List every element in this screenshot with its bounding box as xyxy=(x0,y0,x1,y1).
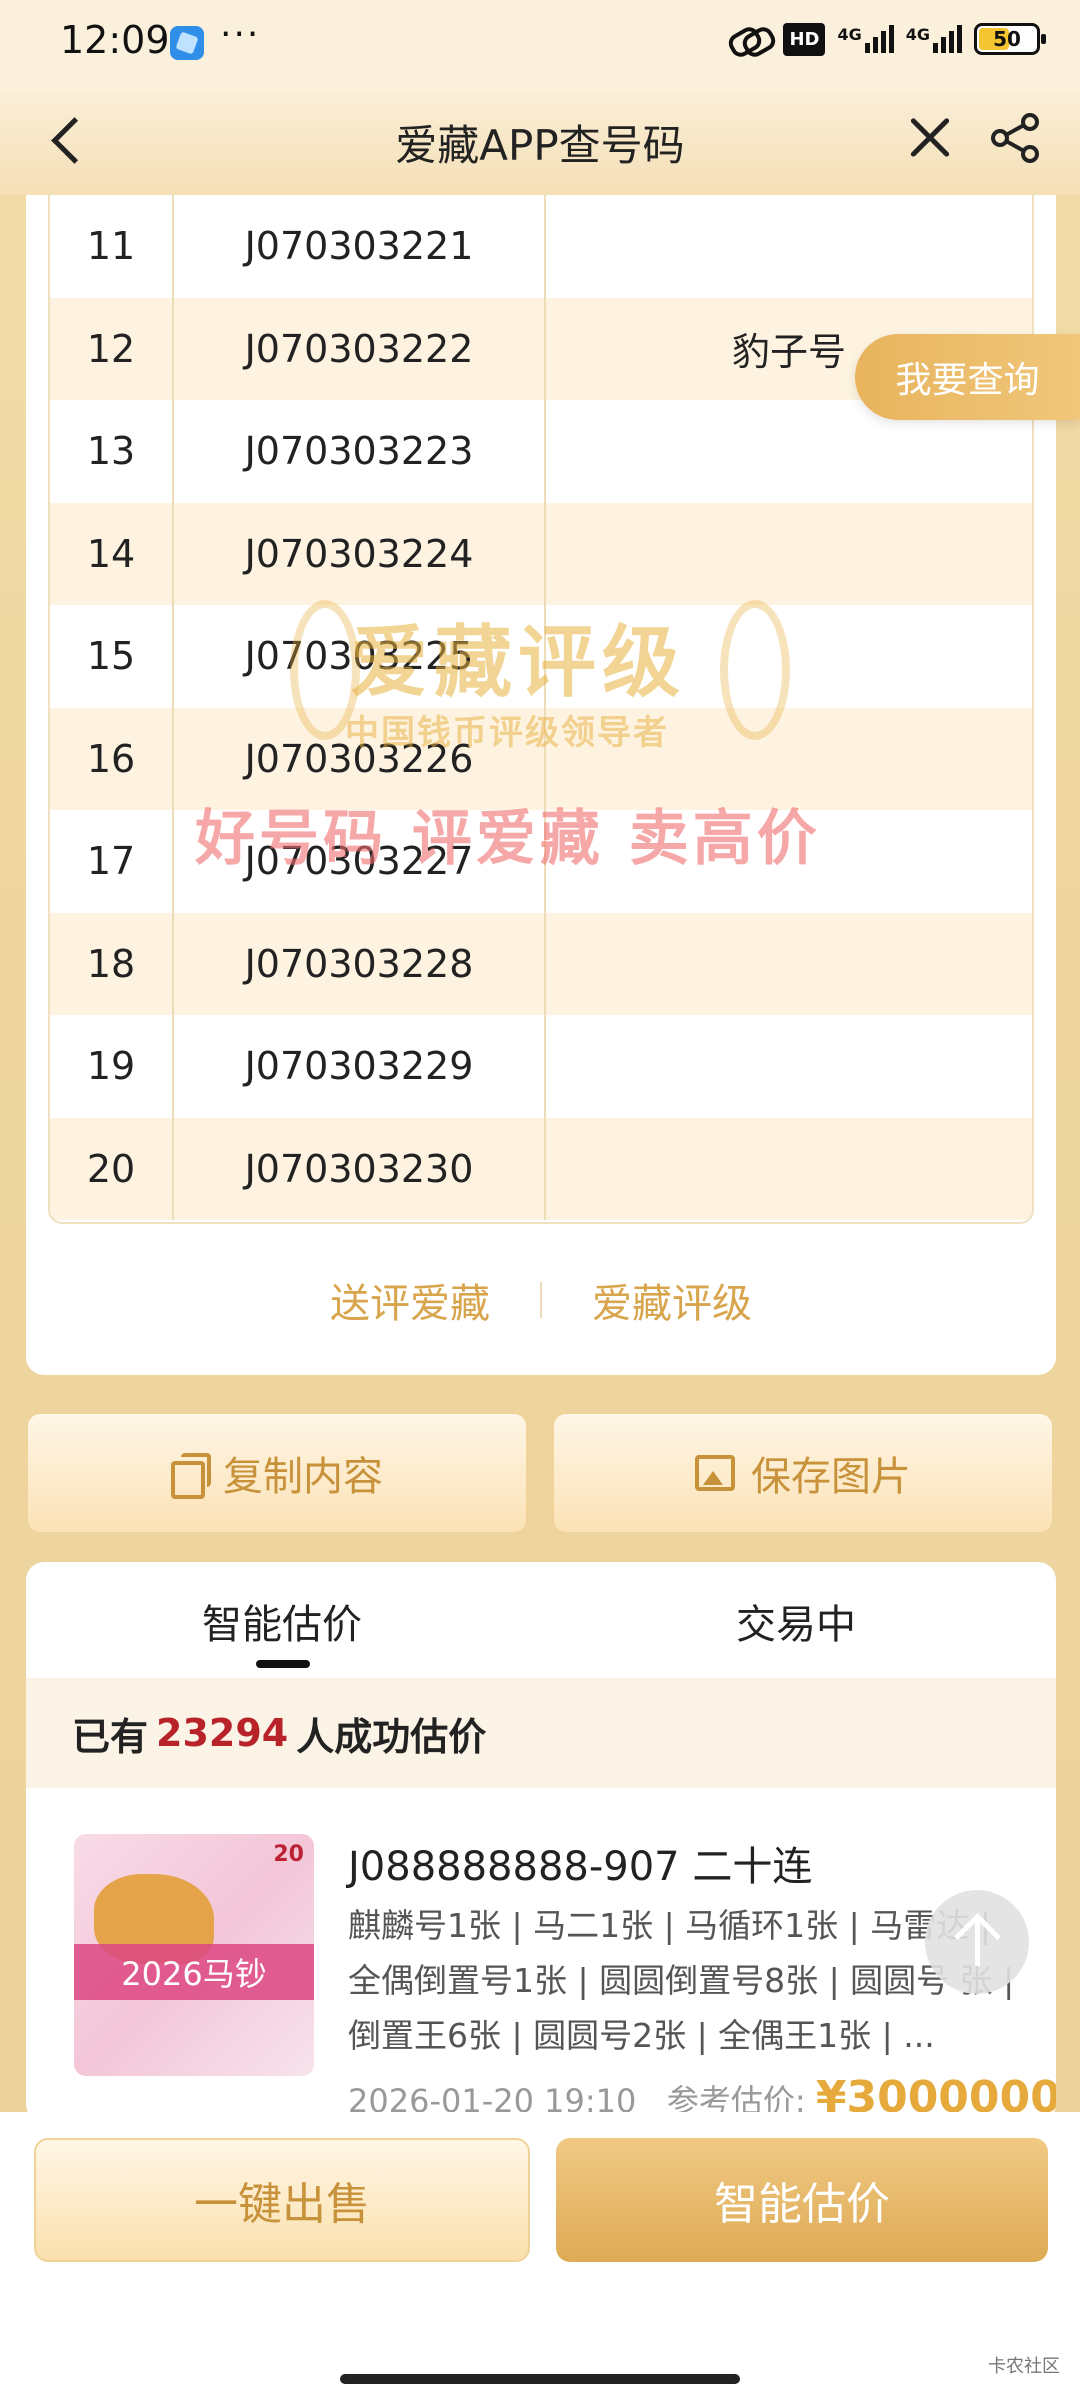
serial-number: J070303225 xyxy=(174,605,546,708)
row-index: 20 xyxy=(50,1117,174,1220)
row-index: 11 xyxy=(50,195,174,298)
row-index: 13 xyxy=(50,400,174,503)
status-indicators: HD 4G 4G 50 xyxy=(729,22,1046,56)
number-tag xyxy=(546,605,1032,708)
estimate-stat-bar: 已有 23294 人成功估价 xyxy=(26,1678,1056,1788)
serial-number: J070303229 xyxy=(174,1015,546,1118)
query-button[interactable]: 我要查询 xyxy=(855,334,1080,420)
number-tag xyxy=(546,195,1032,298)
serial-number: J070303224 xyxy=(174,502,546,605)
row-index: 18 xyxy=(50,912,174,1015)
tab-smart-estimate[interactable]: 智能估价 xyxy=(202,1592,362,1650)
copy-content-label: 复制内容 xyxy=(223,1454,383,1500)
row-index: 19 xyxy=(50,1015,174,1118)
one-click-sell-button[interactable]: 一键出售 xyxy=(34,2138,530,2262)
app-notification-icon xyxy=(170,26,204,60)
row-index: 16 xyxy=(50,707,174,810)
serial-number: J070303223 xyxy=(174,400,546,503)
thumb-label: 2026马钞 xyxy=(74,1944,314,2000)
image-icon xyxy=(695,1455,735,1491)
bottom-bar: 一键出售 智能估价 卡农社区 xyxy=(0,2112,1080,2400)
number-tag xyxy=(546,913,1032,1016)
serial-number: J070303227 xyxy=(174,810,546,913)
grading-link[interactable]: 爱藏评级 xyxy=(592,1271,752,1329)
signal-icon-1: 4G xyxy=(837,25,894,53)
number-tag xyxy=(546,708,1032,811)
hd-badge: HD xyxy=(783,22,826,56)
tab-trading[interactable]: 交易中 xyxy=(736,1592,856,1650)
battery-level: 50 xyxy=(993,27,1021,51)
thumb-value: 20 xyxy=(273,1842,304,1867)
share-icon xyxy=(991,113,1039,163)
links-divider xyxy=(540,1282,542,1318)
serial-number: J070303221 xyxy=(174,195,546,298)
row-index: 12 xyxy=(50,297,174,400)
table-row: 17 J070303227 xyxy=(50,810,1032,913)
more-notifications-icon: ··· xyxy=(220,14,261,55)
item-tags: 麒麟号1张 | 马二1张 | 马循环1张 | 马雷达 | 全偶倒置号1张 | 圆… xyxy=(348,1906,1015,2055)
close-button[interactable] xyxy=(900,108,960,168)
row-index: 15 xyxy=(50,605,174,708)
serial-number: J070303228 xyxy=(174,912,546,1015)
stat-prefix: 已有 xyxy=(72,1714,149,1759)
row-index: 14 xyxy=(50,502,174,605)
send-grading-link[interactable]: 送评爱藏 xyxy=(330,1271,490,1329)
serial-number: J070303222 xyxy=(174,297,546,400)
number-tag xyxy=(546,1015,1032,1118)
smart-estimate-button[interactable]: 智能估价 xyxy=(556,2138,1048,2262)
serial-number: J070303230 xyxy=(174,1117,546,1220)
estimate-card: 智能估价 交易中 已有 23294 人成功估价 20 2026马钞 J08888… xyxy=(26,1562,1056,2122)
status-bar: 12:09 ··· HD 4G 4G 50 xyxy=(0,0,1080,90)
copy-icon xyxy=(171,1453,211,1499)
table-row: 18 J070303228 xyxy=(50,912,1032,1016)
table-row: 16 J070303226 xyxy=(50,707,1032,811)
serial-number: J070303226 xyxy=(174,707,546,810)
link-icon xyxy=(729,22,771,56)
number-tag xyxy=(546,810,1032,913)
links-row: 送评爱藏 爱藏评级 xyxy=(26,1270,1056,1330)
status-time: 12:09 xyxy=(60,18,170,62)
share-button[interactable] xyxy=(986,108,1046,168)
nav-bar: 爱藏APP查号码 xyxy=(0,90,1080,195)
battery-icon: 50 xyxy=(974,23,1046,55)
stat-suffix: 人成功估价 xyxy=(296,1714,487,1759)
table-row: 11 J070303221 xyxy=(50,195,1032,298)
save-image-label: 保存图片 xyxy=(751,1454,911,1500)
number-tag xyxy=(546,1118,1032,1221)
signal-icon-2: 4G xyxy=(906,25,962,53)
number-tag xyxy=(546,503,1032,606)
banknote-thumbnail[interactable]: 20 2026马钞 xyxy=(74,1834,314,2076)
active-tab-indicator xyxy=(256,1660,310,1668)
stat-count: 23294 xyxy=(156,1711,289,1755)
table-row: 20 J070303230 xyxy=(50,1117,1032,1221)
scroll-to-top-button[interactable] xyxy=(925,1890,1029,1994)
table-row: 19 J070303229 xyxy=(50,1015,1032,1118)
copy-content-button[interactable]: 复制内容 xyxy=(26,1412,528,1534)
table-row: 15 J070303225 xyxy=(50,605,1032,708)
row-index: 17 xyxy=(50,810,174,913)
home-indicator[interactable] xyxy=(340,2374,740,2384)
site-watermark: 卡农社区 xyxy=(988,2356,1060,2377)
item-title[interactable]: J088888888-907 二十连 xyxy=(348,1834,812,1892)
table-row: 14 J070303224 xyxy=(50,502,1032,606)
save-image-button[interactable]: 保存图片 xyxy=(552,1412,1054,1534)
